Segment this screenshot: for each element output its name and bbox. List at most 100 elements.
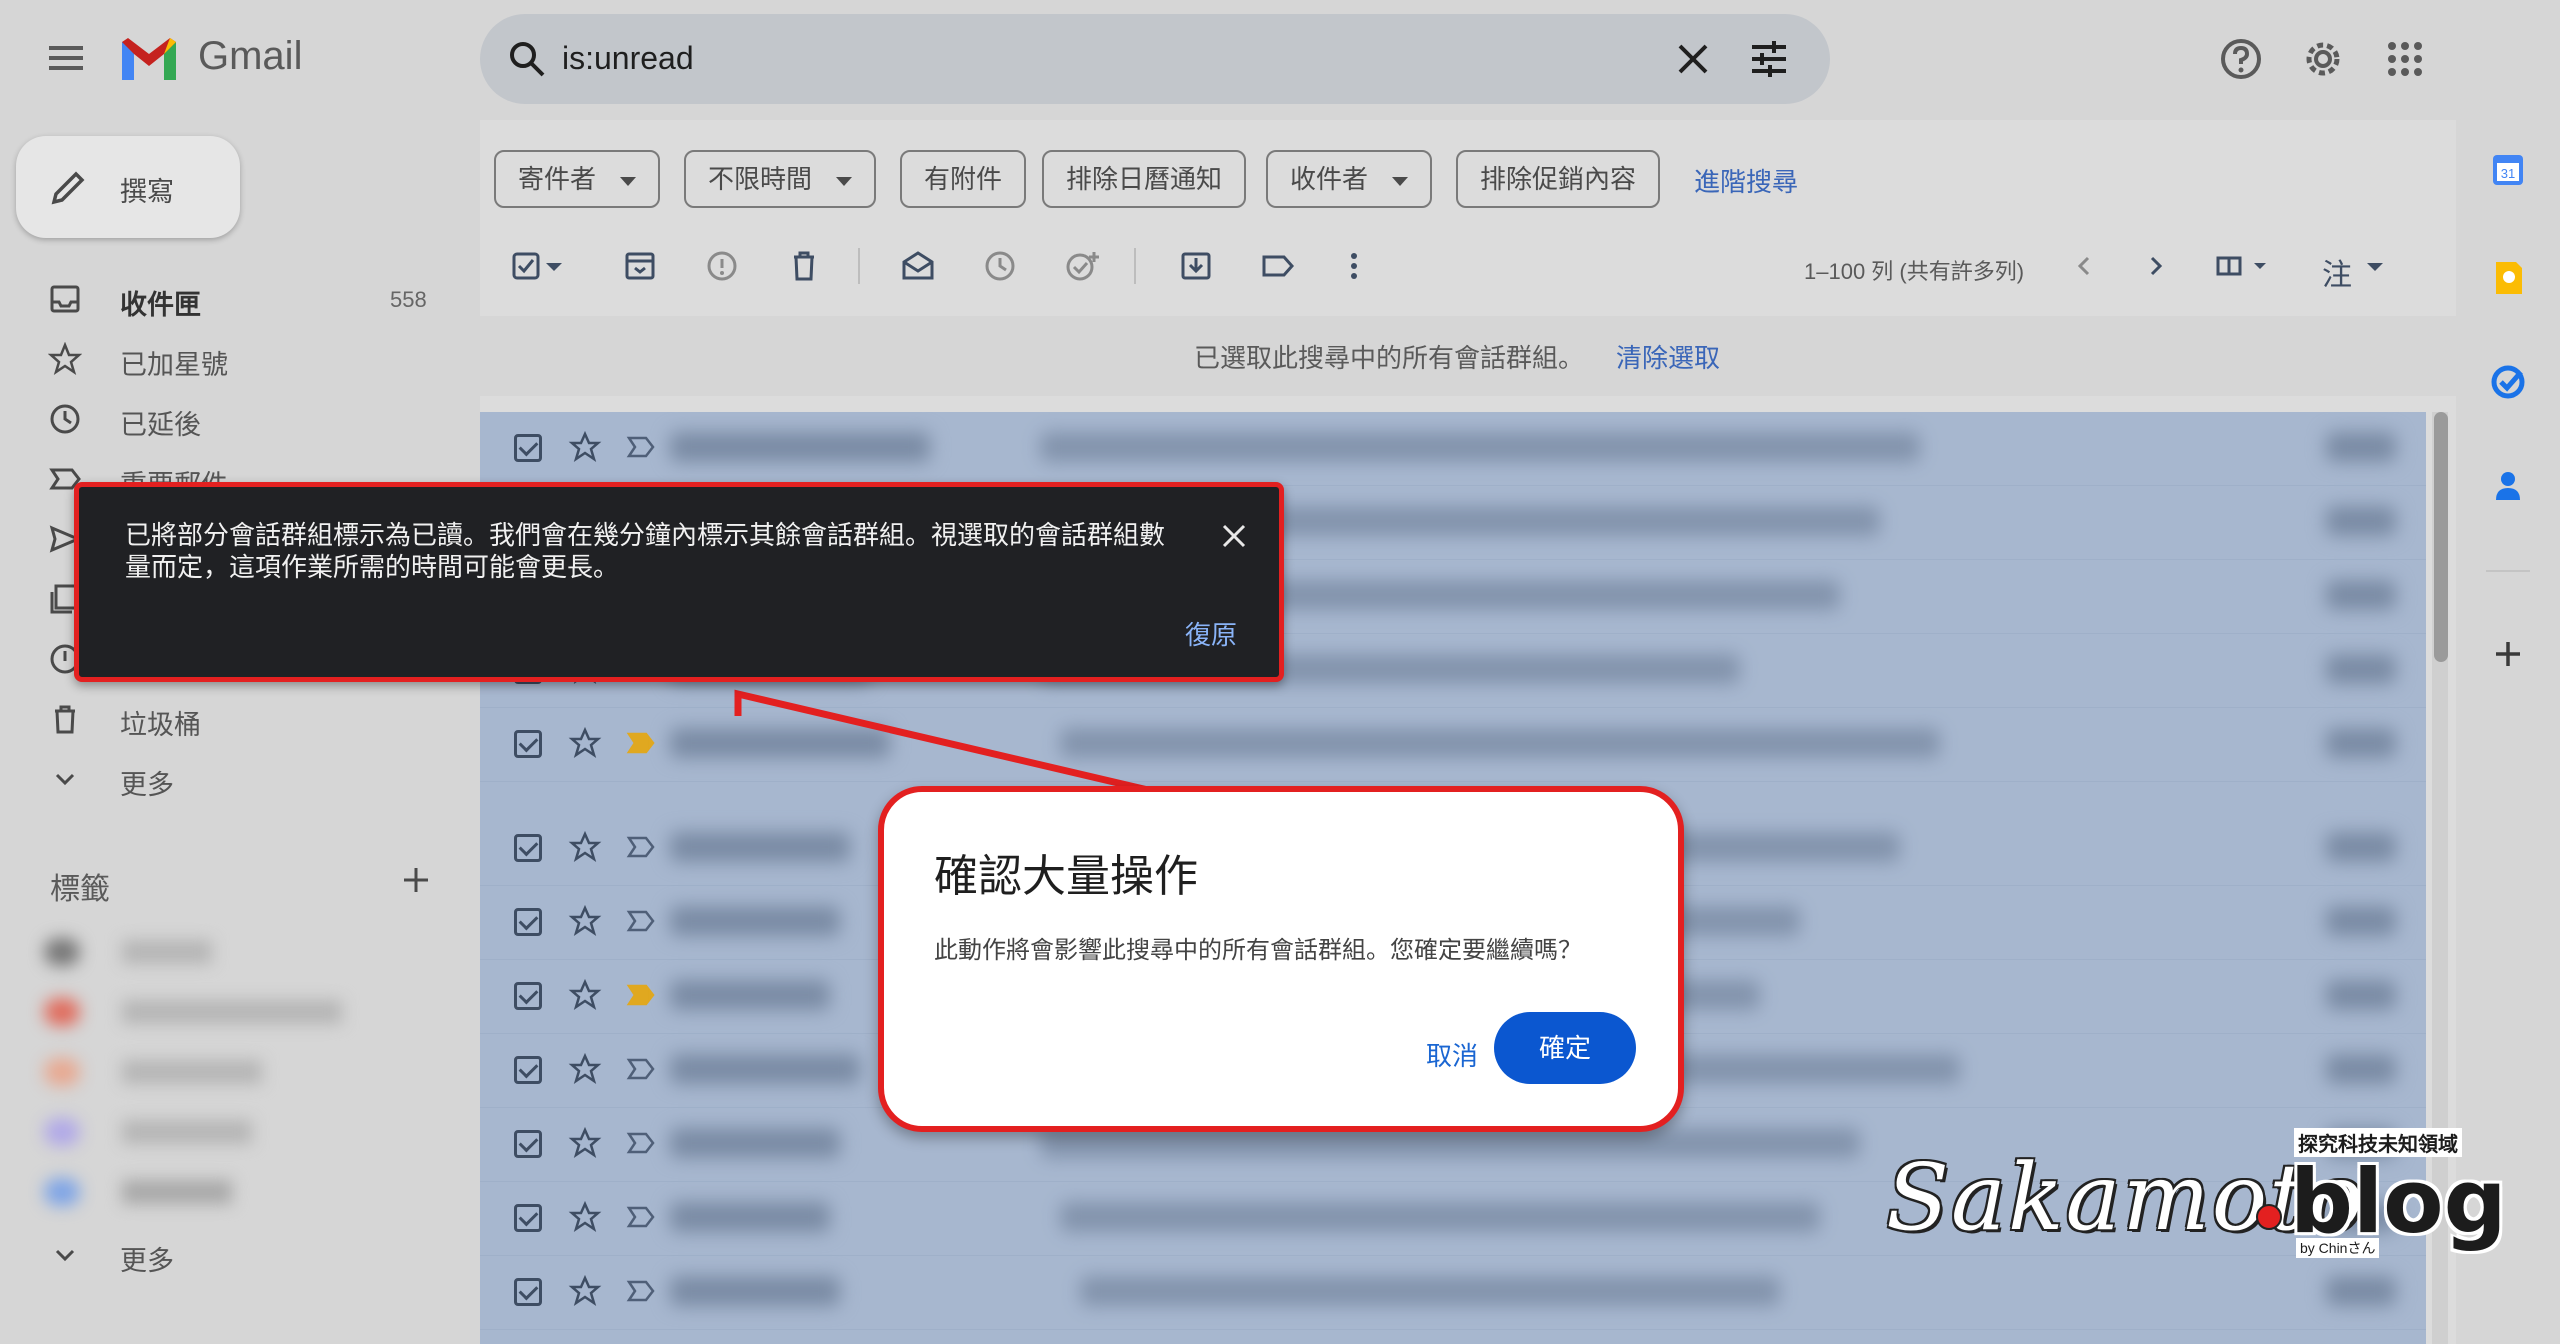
undo-button[interactable]: 復原 xyxy=(1185,615,1237,652)
row-checkbox[interactable] xyxy=(514,1130,542,1158)
filter-chip-label: 寄件者 xyxy=(518,164,597,194)
archive-icon[interactable] xyxy=(620,246,660,286)
snooze-icon[interactable] xyxy=(980,246,1020,286)
input-tools-dropdown-icon[interactable] xyxy=(2360,246,2390,286)
labels-more[interactable]: 更多 xyxy=(0,1226,460,1282)
row-checkbox[interactable] xyxy=(514,982,542,1010)
search-options-icon[interactable] xyxy=(1748,38,1790,80)
get-addons-plus-icon[interactable] xyxy=(2488,634,2528,674)
blurred-sender xyxy=(670,1202,830,1232)
gmail-logo-icon[interactable] xyxy=(118,34,180,84)
report-spam-icon[interactable] xyxy=(702,246,742,286)
tasks-app-icon[interactable] xyxy=(2488,362,2528,402)
blurred-label-item[interactable] xyxy=(44,930,424,974)
blurred-sender xyxy=(670,832,850,862)
scrollbar-thumb[interactable] xyxy=(2434,412,2448,662)
keep-app-icon[interactable] xyxy=(2488,258,2528,298)
filter-chip-from[interactable]: 寄件者 xyxy=(494,150,661,208)
row-checkbox[interactable] xyxy=(514,908,542,936)
add-label-icon[interactable] xyxy=(398,862,434,898)
star-icon[interactable] xyxy=(568,978,602,1012)
star-icon[interactable] xyxy=(568,1126,602,1160)
star-icon[interactable] xyxy=(568,1052,602,1086)
watermark-tagline: 探究科技未知領域 xyxy=(2294,1128,2462,1157)
blurred-label-item[interactable] xyxy=(44,1110,424,1154)
filter-chip-has-attachment[interactable]: 有附件 xyxy=(900,150,1027,208)
search-input[interactable]: is:unread xyxy=(562,40,694,77)
table-row[interactable] xyxy=(480,1256,2426,1330)
nav-item-more[interactable]: 更多 xyxy=(0,750,460,806)
chevron-down-icon xyxy=(55,1249,75,1262)
filter-chip-to[interactable]: 收件者 xyxy=(1266,150,1433,208)
contacts-app-icon[interactable] xyxy=(2488,466,2528,506)
mark-as-read-icon[interactable] xyxy=(898,246,938,286)
dropdown-caret-icon xyxy=(1392,176,1409,186)
blurred-label-item[interactable] xyxy=(44,990,424,1034)
blurred-label-item[interactable] xyxy=(44,1170,424,1214)
move-to-icon[interactable] xyxy=(1176,246,1216,286)
close-icon[interactable] xyxy=(1219,521,1249,551)
main-menu-icon[interactable] xyxy=(46,40,86,80)
split-pane-toggle-icon[interactable] xyxy=(2212,246,2282,286)
table-row[interactable] xyxy=(480,708,2426,782)
row-checkbox[interactable] xyxy=(514,1056,542,1084)
calendar-app-icon[interactable]: 31 xyxy=(2488,150,2528,190)
importance-marker-icon[interactable] xyxy=(626,908,656,934)
blurred-sender xyxy=(670,432,930,462)
table-row[interactable] xyxy=(480,412,2426,486)
previous-page-icon[interactable] xyxy=(2064,246,2104,286)
importance-marker-icon[interactable] xyxy=(626,730,656,756)
clear-search-icon[interactable] xyxy=(1670,36,1716,82)
star-icon[interactable] xyxy=(568,830,602,864)
star-icon[interactable] xyxy=(568,430,602,464)
row-checkbox[interactable] xyxy=(514,730,542,758)
importance-marker-icon[interactable] xyxy=(626,1204,656,1230)
nav-item-snoozed[interactable]: 已延後 xyxy=(0,390,460,446)
row-checkbox[interactable] xyxy=(514,834,542,862)
blurred-label-item[interactable] xyxy=(44,1050,424,1094)
label-as-icon[interactable] xyxy=(1258,246,1298,286)
advanced-search-link[interactable]: 進階搜尋 xyxy=(1694,162,1798,199)
nav-item-trash[interactable]: 垃圾桶 xyxy=(0,690,460,746)
watermark-byline: by Chinさん xyxy=(2296,1238,2380,1258)
help-icon[interactable] xyxy=(2216,34,2266,84)
importance-marker-icon[interactable] xyxy=(626,434,656,460)
row-checkbox[interactable] xyxy=(514,1204,542,1232)
importance-marker-icon[interactable] xyxy=(626,1130,656,1156)
clear-selection-link[interactable]: 清除選取 xyxy=(1616,338,1720,375)
filter-chip-exclude-promotions[interactable]: 排除促銷內容 xyxy=(1456,150,1661,208)
blurred-date xyxy=(2326,1054,2396,1084)
confirm-button[interactable]: 確定 xyxy=(1494,1012,1636,1084)
add-to-tasks-icon[interactable] xyxy=(1062,246,1102,286)
nav-label-more: 更多 xyxy=(120,770,174,800)
filter-chip-any-time[interactable]: 不限時間 xyxy=(684,150,877,208)
star-icon[interactable] xyxy=(568,726,602,760)
trash-icon xyxy=(55,705,75,734)
labels-heading: 標籤 xyxy=(50,873,110,906)
next-page-icon[interactable] xyxy=(2136,246,2176,286)
blurred-subject xyxy=(1060,1202,1820,1232)
settings-gear-icon[interactable] xyxy=(2298,34,2348,84)
compose-button[interactable]: 撰寫 xyxy=(16,136,240,238)
importance-marker-icon[interactable] xyxy=(626,982,656,1008)
star-icon[interactable] xyxy=(568,1200,602,1234)
blurred-subject xyxy=(1060,728,1940,758)
delete-icon[interactable] xyxy=(784,246,824,286)
apps-grid-icon[interactable] xyxy=(2380,34,2430,84)
select-dropdown-icon[interactable] xyxy=(542,246,566,286)
search-icon[interactable] xyxy=(506,38,548,80)
row-checkbox[interactable] xyxy=(514,434,542,462)
importance-marker-icon[interactable] xyxy=(626,1278,656,1304)
importance-marker-icon[interactable] xyxy=(626,834,656,860)
nav-item-starred[interactable]: 已加星號 xyxy=(0,330,460,386)
filter-chip-exclude-calendar[interactable]: 排除日曆通知 xyxy=(1042,150,1247,208)
search-bar[interactable]: is:unread xyxy=(480,14,1830,104)
nav-item-inbox[interactable]: 收件匣 558 xyxy=(0,270,460,326)
input-tools-toggle[interactable]: 注 xyxy=(2322,250,2352,294)
importance-marker-icon[interactable] xyxy=(626,1056,656,1082)
more-options-icon[interactable] xyxy=(1334,246,1374,286)
labels-more-label: 更多 xyxy=(120,1246,174,1276)
star-icon[interactable] xyxy=(568,904,602,938)
row-checkbox[interactable] xyxy=(514,1278,542,1306)
star-icon[interactable] xyxy=(568,1274,602,1308)
